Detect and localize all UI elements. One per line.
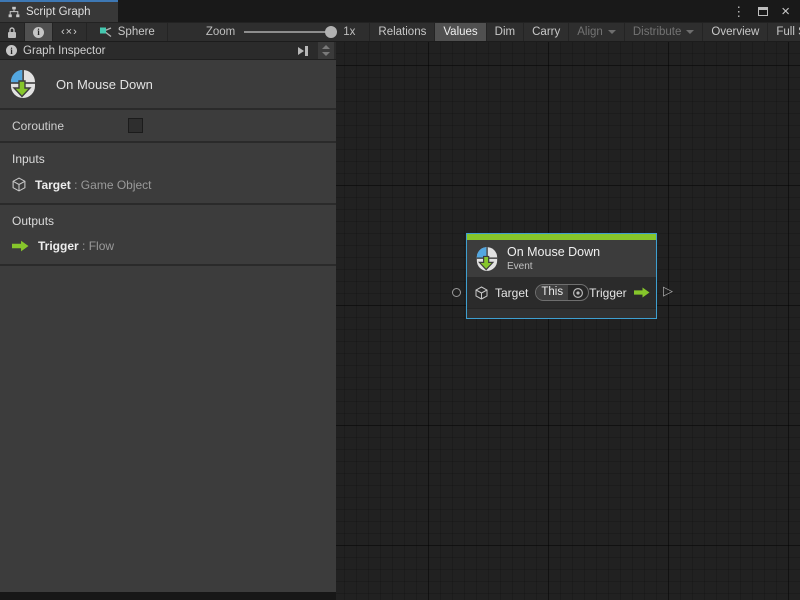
code-icon: ‹×› [61, 26, 78, 38]
stepper-down-icon[interactable] [322, 52, 330, 56]
game-object-cube-icon [475, 286, 488, 300]
node-header[interactable]: On Mouse Down Event [467, 240, 656, 277]
node-subtitle: Event [507, 261, 600, 272]
node-on-mouse-down[interactable]: On Mouse Down Event Target This [466, 233, 657, 319]
panel-stepper[interactable] [318, 42, 334, 59]
chevron-down-icon [686, 30, 694, 34]
external-input-port-icon[interactable] [452, 288, 461, 297]
zoom-label: Zoom [206, 26, 235, 38]
node-title: On Mouse Down [507, 245, 600, 259]
node-output-port[interactable]: Trigger [589, 286, 650, 300]
lock-button[interactable] [0, 23, 25, 41]
target-value-label: This [536, 285, 568, 300]
tab-script-graph[interactable]: Script Graph [0, 0, 118, 22]
preview-code-button[interactable]: ‹×› [53, 23, 87, 41]
external-output-port-icon[interactable]: ▷ [663, 284, 673, 297]
relations-label: Relations [378, 26, 426, 38]
maximize-icon[interactable] [758, 7, 768, 16]
inspector-unit-title-row: On Mouse Down [0, 60, 336, 110]
output-port-type: : Flow [82, 239, 114, 253]
dim-label: Dim [495, 26, 515, 38]
target-value-pill[interactable]: This [535, 284, 589, 301]
flow-arrow-icon [12, 240, 29, 252]
inputs-section: Inputs Target : Game Object [0, 143, 336, 205]
mouse-down-icon [10, 69, 36, 99]
object-picker-icon[interactable] [568, 287, 588, 299]
outputs-heading: Outputs [12, 214, 324, 228]
node-footer [467, 308, 656, 318]
inspector-toggle-button[interactable]: i [25, 23, 53, 41]
dock-triangle [298, 47, 304, 55]
graph-inspector-header: i Graph Inspector [0, 42, 336, 60]
graph-pointer-label: Sphere [118, 26, 155, 38]
graph-window-body: On Mouse Down Event Target This [0, 42, 800, 600]
close-icon[interactable]: × [781, 4, 790, 19]
output-port-name: Trigger [38, 239, 79, 253]
info-icon: i [33, 27, 44, 38]
tab-label: Script Graph [26, 6, 91, 18]
zoom-slider-handle[interactable] [325, 26, 337, 38]
overview-label: Overview [711, 26, 759, 38]
output-port-line: Trigger : Flow [12, 239, 324, 253]
fullscreen-label: Full Screen [776, 26, 800, 38]
flow-arrow-icon [634, 287, 650, 298]
graph-inspector-title: Graph Inspector [23, 45, 105, 57]
coroutine-label: Coroutine [12, 119, 128, 133]
lock-icon [7, 26, 17, 39]
node-ports-row: Target This Trigger [467, 277, 656, 308]
window-tab-bar: Script Graph ⋮ × [0, 0, 800, 22]
inputs-heading: Inputs [12, 152, 324, 166]
window-controls: ⋮ × [732, 0, 800, 22]
dock-bar [305, 46, 308, 56]
dim-button[interactable]: Dim [487, 23, 524, 41]
inspector-empty-area [0, 266, 336, 592]
mouse-down-icon [476, 246, 498, 272]
zoom-slider[interactable] [244, 31, 334, 33]
values-button[interactable]: Values [435, 23, 486, 41]
coroutine-row: Coroutine [0, 110, 336, 143]
relations-button[interactable]: Relations [369, 23, 435, 41]
graph-network-icon [99, 26, 113, 38]
input-port-name: Target [35, 178, 71, 192]
input-port-line: Target : Game Object [12, 177, 324, 192]
game-object-cube-icon [12, 177, 26, 192]
distribute-dropdown[interactable]: Distribute [625, 23, 704, 41]
zoom-control: Zoom 1x [168, 23, 370, 41]
chevron-down-icon [608, 30, 616, 34]
info-icon: i [6, 45, 17, 56]
overview-button[interactable]: Overview [703, 23, 768, 41]
zoom-value: 1x [343, 26, 355, 38]
dock-panel-icon[interactable] [298, 46, 312, 56]
graph-pointer-button[interactable]: Sphere [87, 23, 168, 41]
outputs-section: Outputs Trigger : Flow [0, 205, 336, 266]
coroutine-checkbox[interactable] [128, 118, 143, 133]
script-graph-icon [8, 6, 20, 18]
panel-bottom-edge [0, 592, 336, 600]
node-output-label: Trigger [589, 286, 627, 300]
graph-toolbar: i ‹×› Sphere Zoom 1x Relations Values Di… [0, 22, 800, 42]
align-dropdown[interactable]: Align [569, 23, 625, 41]
graph-inspector-panel: i Graph Inspector On Mouse [0, 42, 336, 592]
distribute-label: Distribute [633, 26, 682, 38]
node-input-label: Target [495, 286, 528, 300]
inspector-unit-title: On Mouse Down [56, 77, 153, 92]
carry-button[interactable]: Carry [524, 23, 569, 41]
carry-label: Carry [532, 26, 560, 38]
align-label: Align [577, 26, 603, 38]
fullscreen-button[interactable]: Full Screen [768, 23, 800, 41]
node-input-port[interactable]: Target This [475, 284, 589, 301]
input-port-type: : Game Object [74, 178, 151, 192]
stepper-up-icon[interactable] [322, 45, 330, 49]
values-label: Values [443, 26, 477, 38]
window-menu-icon[interactable]: ⋮ [732, 5, 745, 18]
